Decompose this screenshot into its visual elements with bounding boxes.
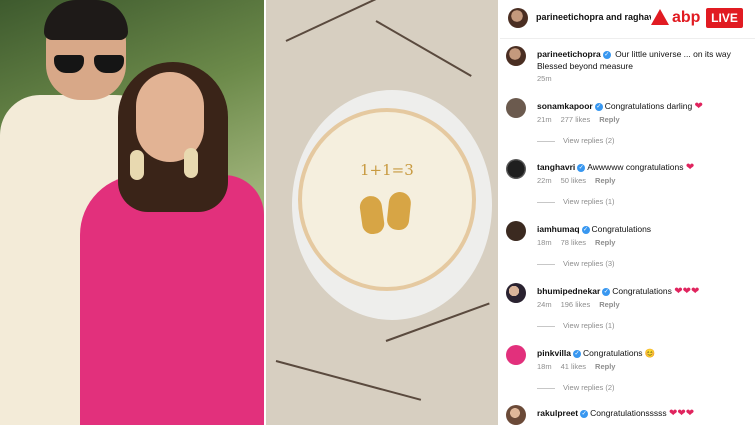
verified-icon: ✓ <box>573 349 582 358</box>
comment-username[interactable]: rakulpreet <box>537 408 578 418</box>
reply-button[interactable]: Reply <box>599 115 619 124</box>
live-badge: LIVE <box>706 8 743 28</box>
comment-username[interactable]: tanghavri <box>537 162 575 172</box>
comment-text: Awwwww congratulations <box>587 162 684 172</box>
cake <box>298 108 476 291</box>
comment-likes[interactable]: 277 likes <box>561 115 591 124</box>
heart-icon: ❤ <box>685 162 695 173</box>
comment-text: Congratulations 😊 <box>583 348 656 358</box>
abp-live-logo: abp LIVE <box>651 7 755 32</box>
comment-username[interactable]: sonamkapoor <box>537 101 593 111</box>
comment-text: Congratulationsssss <box>590 408 667 418</box>
abp-brand: abp <box>672 9 701 26</box>
earring-right <box>184 148 198 178</box>
reply-button[interactable]: Reply <box>595 362 615 371</box>
author-avatar[interactable] <box>508 8 528 28</box>
view-replies-button[interactable]: View replies (1) <box>537 197 615 206</box>
caption-time: 25m <box>537 74 552 83</box>
couple-photo <box>0 0 264 425</box>
comment-time: 18m <box>537 362 552 371</box>
verified-icon: ✓ <box>580 409 589 418</box>
commenter-avatar[interactable] <box>506 221 526 241</box>
verified-icon: ✓ <box>594 102 603 111</box>
commenter-avatar[interactable] <box>506 98 526 118</box>
commenter-avatar[interactable] <box>506 159 526 179</box>
view-replies-button[interactable]: View replies (3) <box>537 259 615 268</box>
reply-button[interactable]: Reply <box>599 300 619 309</box>
commenter-avatar[interactable] <box>506 345 526 365</box>
comment-text: Congratulations <box>612 286 672 296</box>
comment-username[interactable]: iamhumaq <box>537 224 580 234</box>
cake-text: 1+1=3 <box>360 161 414 179</box>
comment-likes[interactable]: 41 likes <box>561 362 586 371</box>
earring-left <box>130 150 144 180</box>
branch <box>275 360 422 401</box>
reply-button[interactable]: Reply <box>595 238 615 247</box>
heart-icon: ❤ <box>694 101 703 112</box>
sunglasses <box>54 55 126 73</box>
comment-username[interactable]: bhumipednekar <box>537 286 600 296</box>
comment-likes[interactable]: 50 likes <box>561 176 586 185</box>
verified-icon: ✓ <box>602 287 611 296</box>
author-avatar[interactable] <box>506 46 526 66</box>
comment-time: 21m <box>537 115 552 124</box>
man-hair <box>44 0 128 40</box>
verified-icon: ✓ <box>602 50 611 59</box>
caption-text-2: Blessed beyond measure <box>537 61 633 71</box>
reply-button[interactable]: Reply <box>595 176 615 185</box>
comments-panel: parineetichopra and raghavchadha abp LIV… <box>500 0 755 425</box>
verified-icon: ✓ <box>581 225 590 234</box>
comment-time: 18m <box>537 238 552 247</box>
heart-icon: ❤❤❤ <box>674 286 700 297</box>
commenter-avatar[interactable] <box>506 283 526 303</box>
caption-username[interactable]: parineetichopra <box>537 49 601 59</box>
heart-icon: ❤❤❤ <box>669 408 695 419</box>
view-replies-button[interactable]: View replies (2) <box>537 383 615 392</box>
view-replies-button[interactable]: View replies (2) <box>537 136 615 145</box>
post-header: parineetichopra and raghavchadha abp LIV… <box>500 0 755 39</box>
commenter-avatar[interactable] <box>506 405 526 425</box>
comment-time: 24m <box>537 300 552 309</box>
comment-text: Congratulations <box>591 224 652 234</box>
comment-time: 22m <box>537 176 552 185</box>
woman-dress <box>80 175 264 425</box>
caption-text: Our little universe ... on its way <box>615 49 731 59</box>
view-replies-button[interactable]: View replies (1) <box>537 321 615 330</box>
comment-text: Congratulations darling <box>604 101 693 111</box>
cake-photo: 1+1=3 <box>266 0 498 425</box>
branch <box>375 20 472 77</box>
abp-triangle-icon <box>651 9 669 25</box>
comment-likes[interactable]: 196 likes <box>561 300 591 309</box>
comment-username[interactable]: pinkvilla <box>537 348 571 358</box>
comment-likes[interactable]: 78 likes <box>561 238 586 247</box>
verified-icon: ✓ <box>577 163 586 172</box>
